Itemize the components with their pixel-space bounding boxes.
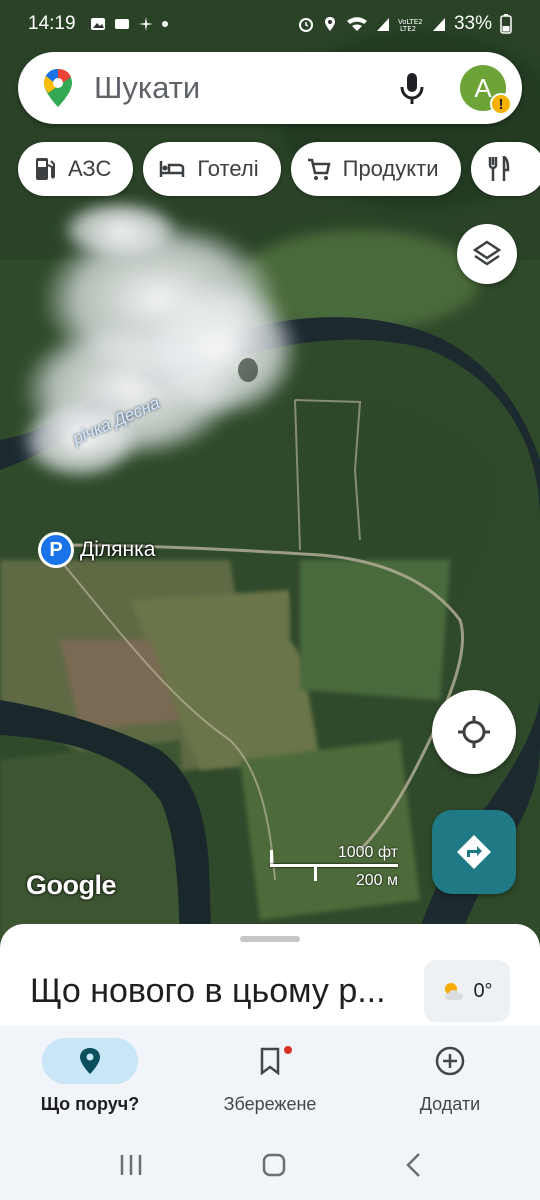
restaurant-icon bbox=[488, 156, 509, 181]
scale-meters: 200 м bbox=[355, 872, 398, 889]
nav-pill bbox=[42, 1038, 138, 1084]
scale-feet: 1000 фт bbox=[337, 844, 398, 861]
system-navigation bbox=[0, 1130, 540, 1200]
notification-dot bbox=[284, 1046, 292, 1054]
battery-percent: 33% bbox=[453, 13, 492, 34]
scale-tick bbox=[314, 864, 317, 881]
explore-sheet[interactable]: Що нового в цьому р... 0° bbox=[0, 924, 540, 1034]
scale-bar bbox=[270, 864, 398, 867]
directions-button[interactable] bbox=[432, 810, 516, 894]
battery-icon bbox=[500, 14, 512, 34]
volte-icon: VoLTE2LTE2 bbox=[398, 18, 423, 32]
wifi-icon bbox=[346, 17, 367, 31]
google-logo: Google bbox=[26, 870, 117, 900]
chip-groceries[interactable]: Продукти bbox=[290, 142, 461, 196]
chip-restaurants[interactable] bbox=[470, 142, 540, 196]
nav-pill bbox=[402, 1038, 498, 1084]
signal-2-icon bbox=[432, 18, 445, 31]
nav-label: Збережене bbox=[223, 1094, 317, 1114]
chip-hotels[interactable]: Готелі bbox=[143, 142, 281, 196]
google-maps-pin-icon bbox=[44, 69, 72, 107]
search-input[interactable]: Шукати bbox=[94, 70, 398, 106]
bottom-navigation: Що поруч? Збережене Додати bbox=[0, 1026, 540, 1130]
partly-cloudy-icon bbox=[445, 983, 464, 1000]
saved-place-marker[interactable]: P Ділянка bbox=[38, 532, 155, 568]
layers-icon bbox=[472, 240, 502, 266]
temperature: 0° bbox=[473, 979, 493, 1002]
avatar-letter: A bbox=[474, 72, 492, 103]
notification-icons bbox=[90, 16, 168, 32]
status-bar: 14:19 VoLTE2 LTE2 33% bbox=[0, 0, 540, 48]
account-avatar[interactable]: A ! bbox=[460, 65, 512, 115]
svg-text:LTE2: LTE2 bbox=[400, 25, 416, 32]
nav-contribute[interactable]: Додати bbox=[360, 1026, 540, 1130]
layers-button[interactable] bbox=[457, 224, 517, 284]
chip-label: АЗС bbox=[68, 156, 112, 181]
back-icon[interactable] bbox=[404, 1152, 422, 1178]
chip-label: Готелі bbox=[197, 156, 259, 181]
sheet-title: Що нового в цьому р... bbox=[30, 972, 386, 1010]
nav-saved[interactable]: Збережене bbox=[180, 1026, 360, 1130]
nav-explore[interactable]: Що поруч? bbox=[0, 1026, 180, 1130]
warning-badge-icon: ! bbox=[490, 93, 512, 115]
crosshair-icon bbox=[458, 716, 490, 748]
bookmark-icon bbox=[260, 1047, 280, 1075]
location-icon bbox=[324, 17, 335, 31]
nav-pill bbox=[222, 1038, 318, 1084]
hotel-bed-icon bbox=[160, 161, 185, 177]
app-notification-icon bbox=[114, 19, 129, 29]
chip-label: Продукти bbox=[342, 156, 439, 181]
directions-icon bbox=[457, 835, 491, 869]
add-circle-icon bbox=[435, 1046, 465, 1076]
shopping-cart-icon bbox=[307, 158, 331, 180]
home-icon[interactable] bbox=[261, 1152, 287, 1178]
status-time: 14:19 bbox=[28, 13, 76, 34]
signal-icon bbox=[376, 18, 389, 31]
sparkle-icon bbox=[138, 17, 153, 31]
search-bar[interactable]: Шукати A ! bbox=[18, 52, 522, 124]
gallery-icon bbox=[90, 18, 105, 30]
my-location-button[interactable] bbox=[432, 690, 516, 774]
chip-gas-stations[interactable]: АЗС bbox=[18, 142, 134, 196]
system-icons: VoLTE2 LTE2 33% bbox=[298, 13, 512, 35]
gas-station-icon bbox=[36, 158, 55, 180]
parking-marker-icon: P bbox=[38, 532, 74, 568]
nav-label: Додати bbox=[419, 1094, 481, 1114]
recent-apps-icon[interactable] bbox=[118, 1153, 144, 1177]
alarm-icon bbox=[298, 18, 313, 32]
category-chips: АЗС Готелі Продукти bbox=[18, 142, 540, 196]
nav-label: Що поруч? bbox=[40, 1094, 140, 1114]
place-label: Ділянка bbox=[80, 538, 156, 561]
microphone-icon[interactable] bbox=[398, 71, 426, 105]
weather-chip[interactable]: 0° bbox=[424, 960, 510, 1022]
dot-icon bbox=[161, 21, 168, 27]
drag-handle[interactable] bbox=[240, 936, 300, 942]
location-pin-icon bbox=[80, 1048, 100, 1074]
